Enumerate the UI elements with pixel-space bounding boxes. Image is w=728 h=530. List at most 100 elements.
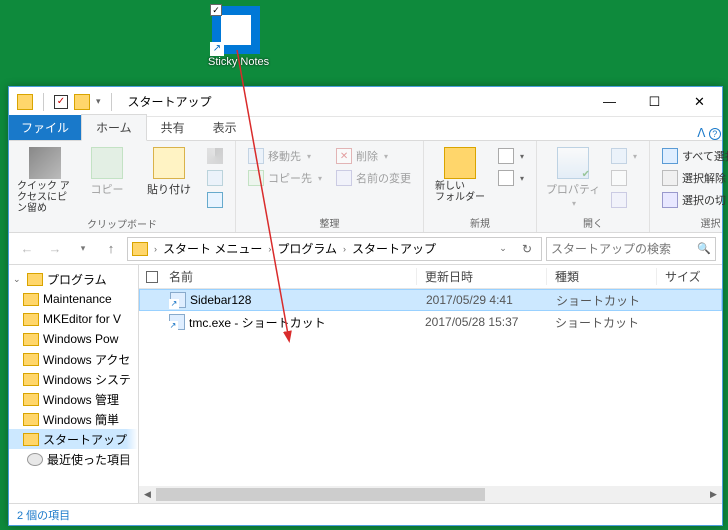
horizontal-scrollbar[interactable]: ◀ ▶ bbox=[139, 486, 722, 503]
delete-icon bbox=[336, 148, 352, 164]
col-type[interactable]: 種類 bbox=[547, 268, 657, 285]
status-bar: 2 個の項目 bbox=[9, 503, 722, 525]
ribbon-tabs: ファイル ホーム 共有 表示 ᐱ ? bbox=[9, 117, 722, 141]
shortcut-icon bbox=[169, 314, 185, 330]
tree-item[interactable]: ⌄プログラム bbox=[9, 269, 138, 289]
desktop-icon-sticky-notes[interactable]: ✓ ↗ Sticky Notes bbox=[208, 6, 264, 68]
explorer-window: ✓ ▾ スタートアップ — ☐ ✕ ファイル ホーム 共有 表示 ᐱ ? クイッ… bbox=[8, 86, 723, 526]
invert-selection-button[interactable]: 選択の切り替え bbox=[658, 189, 728, 211]
sticky-notes-icon: ✓ ↗ bbox=[212, 6, 260, 54]
pin-to-quick-access-button[interactable]: クイック アクセスにピン留め bbox=[17, 145, 73, 214]
forward-button[interactable]: → bbox=[43, 237, 67, 261]
tab-home[interactable]: ホーム bbox=[81, 114, 147, 141]
group-label: クリップボード bbox=[17, 214, 227, 231]
nav-tree[interactable]: ⌄プログラム Maintenance MKEditor for V Window… bbox=[9, 265, 139, 503]
tab-file[interactable]: ファイル bbox=[9, 115, 81, 140]
tab-share[interactable]: 共有 bbox=[147, 115, 199, 140]
edit-icon bbox=[611, 170, 627, 186]
easy-access-button[interactable]: ▾ bbox=[494, 167, 528, 189]
column-headers[interactable]: 名前 更新日時 種類 サイズ bbox=[139, 265, 722, 289]
copy-button[interactable]: コピー bbox=[79, 145, 135, 197]
back-button[interactable]: ← bbox=[15, 237, 39, 261]
properties-icon bbox=[557, 147, 589, 179]
invert-icon bbox=[662, 192, 678, 208]
recent-button[interactable]: ▾ bbox=[71, 237, 95, 261]
cut-button[interactable] bbox=[203, 145, 227, 167]
breadcrumb-item[interactable]: プログラム bbox=[277, 240, 337, 257]
refresh-button[interactable]: ↻ bbox=[517, 242, 537, 256]
copyto-icon bbox=[248, 170, 264, 186]
folder-icon bbox=[444, 147, 476, 179]
new-icon bbox=[498, 148, 514, 164]
history-button[interactable] bbox=[607, 189, 641, 211]
paste-shortcut-button[interactable] bbox=[203, 189, 227, 211]
shortcut-icon bbox=[170, 292, 186, 308]
cut-icon bbox=[207, 148, 223, 164]
ribbon-collapse-button[interactable]: ᐱ ? bbox=[696, 126, 722, 140]
desktop-icon-label: Sticky Notes bbox=[208, 56, 264, 68]
tree-item[interactable]: Maintenance bbox=[9, 289, 138, 309]
group-label: 整理 bbox=[244, 213, 415, 230]
tree-item[interactable]: Windows Pow bbox=[9, 329, 138, 349]
rename-icon bbox=[336, 170, 352, 186]
pin-icon bbox=[29, 147, 61, 179]
col-date[interactable]: 更新日時 bbox=[417, 268, 547, 285]
select-all-button[interactable]: すべて選択 bbox=[658, 145, 728, 167]
folder-icon bbox=[17, 94, 33, 110]
tree-item[interactable]: MKEditor for V bbox=[9, 309, 138, 329]
open-button[interactable]: ▾ bbox=[607, 145, 641, 167]
link-icon bbox=[207, 192, 223, 208]
new-folder-button[interactable]: 新しい フォルダー bbox=[432, 145, 488, 203]
paste-button[interactable]: 貼り付け bbox=[141, 145, 197, 197]
group-label: 選択 bbox=[658, 213, 728, 230]
new-item-button[interactable]: ▾ bbox=[494, 145, 528, 167]
tree-item-recent[interactable]: 最近使った項目 bbox=[9, 449, 138, 469]
tree-item[interactable]: Windows アクセ bbox=[9, 349, 138, 369]
scroll-thumb[interactable] bbox=[156, 488, 485, 501]
tab-view[interactable]: 表示 bbox=[199, 115, 251, 140]
file-list[interactable]: 名前 更新日時 種類 サイズ Sidebar128 2017/05/29 4:4… bbox=[139, 265, 722, 503]
minimize-button[interactable]: — bbox=[587, 87, 632, 116]
up-button[interactable]: ↑ bbox=[99, 237, 123, 261]
breadcrumb-item[interactable]: スタート メニュー bbox=[163, 240, 262, 257]
breadcrumb-item[interactable]: スタートアップ bbox=[352, 240, 436, 257]
list-item[interactable]: tmc.exe - ショートカット 2017/05/28 15:37 ショートカ… bbox=[139, 311, 722, 333]
edit-button[interactable] bbox=[607, 167, 641, 189]
col-size[interactable]: サイズ bbox=[657, 268, 722, 285]
copyto-button[interactable]: コピー先▾ bbox=[244, 167, 326, 189]
close-button[interactable]: ✕ bbox=[677, 87, 722, 116]
maximize-button[interactable]: ☐ bbox=[632, 87, 677, 116]
nav-bar: ← → ▾ ↑ › スタート メニュー › プログラム › スタートアップ ⌄ … bbox=[9, 233, 722, 265]
copy-path-button[interactable] bbox=[203, 167, 227, 189]
tree-item[interactable]: Windows 管理 bbox=[9, 389, 138, 409]
header-checkbox[interactable] bbox=[146, 271, 158, 283]
col-name[interactable]: 名前 bbox=[165, 268, 417, 285]
shortcut-overlay-icon: ↗ bbox=[210, 42, 224, 56]
list-item[interactable]: Sidebar128 2017/05/29 4:41 ショートカット bbox=[139, 289, 722, 311]
ribbon: クイック アクセスにピン留め コピー 貼り付け クリップボード 移動先▾ コピー… bbox=[9, 141, 722, 233]
history-icon bbox=[611, 192, 627, 208]
tree-item-selected[interactable]: スタートアップ bbox=[9, 429, 138, 449]
scroll-right-button[interactable]: ▶ bbox=[705, 486, 722, 503]
tree-item[interactable]: Windows システ bbox=[9, 369, 138, 389]
address-dropdown[interactable]: ⌄ bbox=[493, 243, 513, 254]
select-none-icon bbox=[662, 170, 678, 186]
titlebar[interactable]: ✓ ▾ スタートアップ — ☐ ✕ bbox=[9, 87, 722, 117]
search-icon: 🔍 bbox=[697, 242, 711, 255]
properties-button[interactable]: プロパティ▾ bbox=[545, 145, 601, 208]
qat-checkbox-icon[interactable]: ✓ bbox=[54, 95, 68, 109]
delete-button[interactable]: 削除▾ bbox=[332, 145, 415, 167]
path-icon bbox=[207, 170, 223, 186]
search-input[interactable]: スタートアップの検索 🔍 bbox=[546, 237, 716, 261]
rename-button[interactable]: 名前の変更 bbox=[332, 167, 415, 189]
select-none-button[interactable]: 選択解除 bbox=[658, 167, 728, 189]
scroll-left-button[interactable]: ◀ bbox=[139, 486, 156, 503]
easy-icon bbox=[498, 170, 514, 186]
tree-item[interactable]: Windows 簡単 bbox=[9, 409, 138, 429]
folder-icon bbox=[132, 242, 148, 256]
address-bar[interactable]: › スタート メニュー › プログラム › スタートアップ ⌄ ↻ bbox=[127, 237, 542, 261]
copy-icon bbox=[91, 147, 123, 179]
qat-folder-icon[interactable] bbox=[74, 94, 90, 110]
moveto-button[interactable]: 移動先▾ bbox=[244, 145, 326, 167]
checkbox-icon: ✓ bbox=[210, 4, 222, 16]
